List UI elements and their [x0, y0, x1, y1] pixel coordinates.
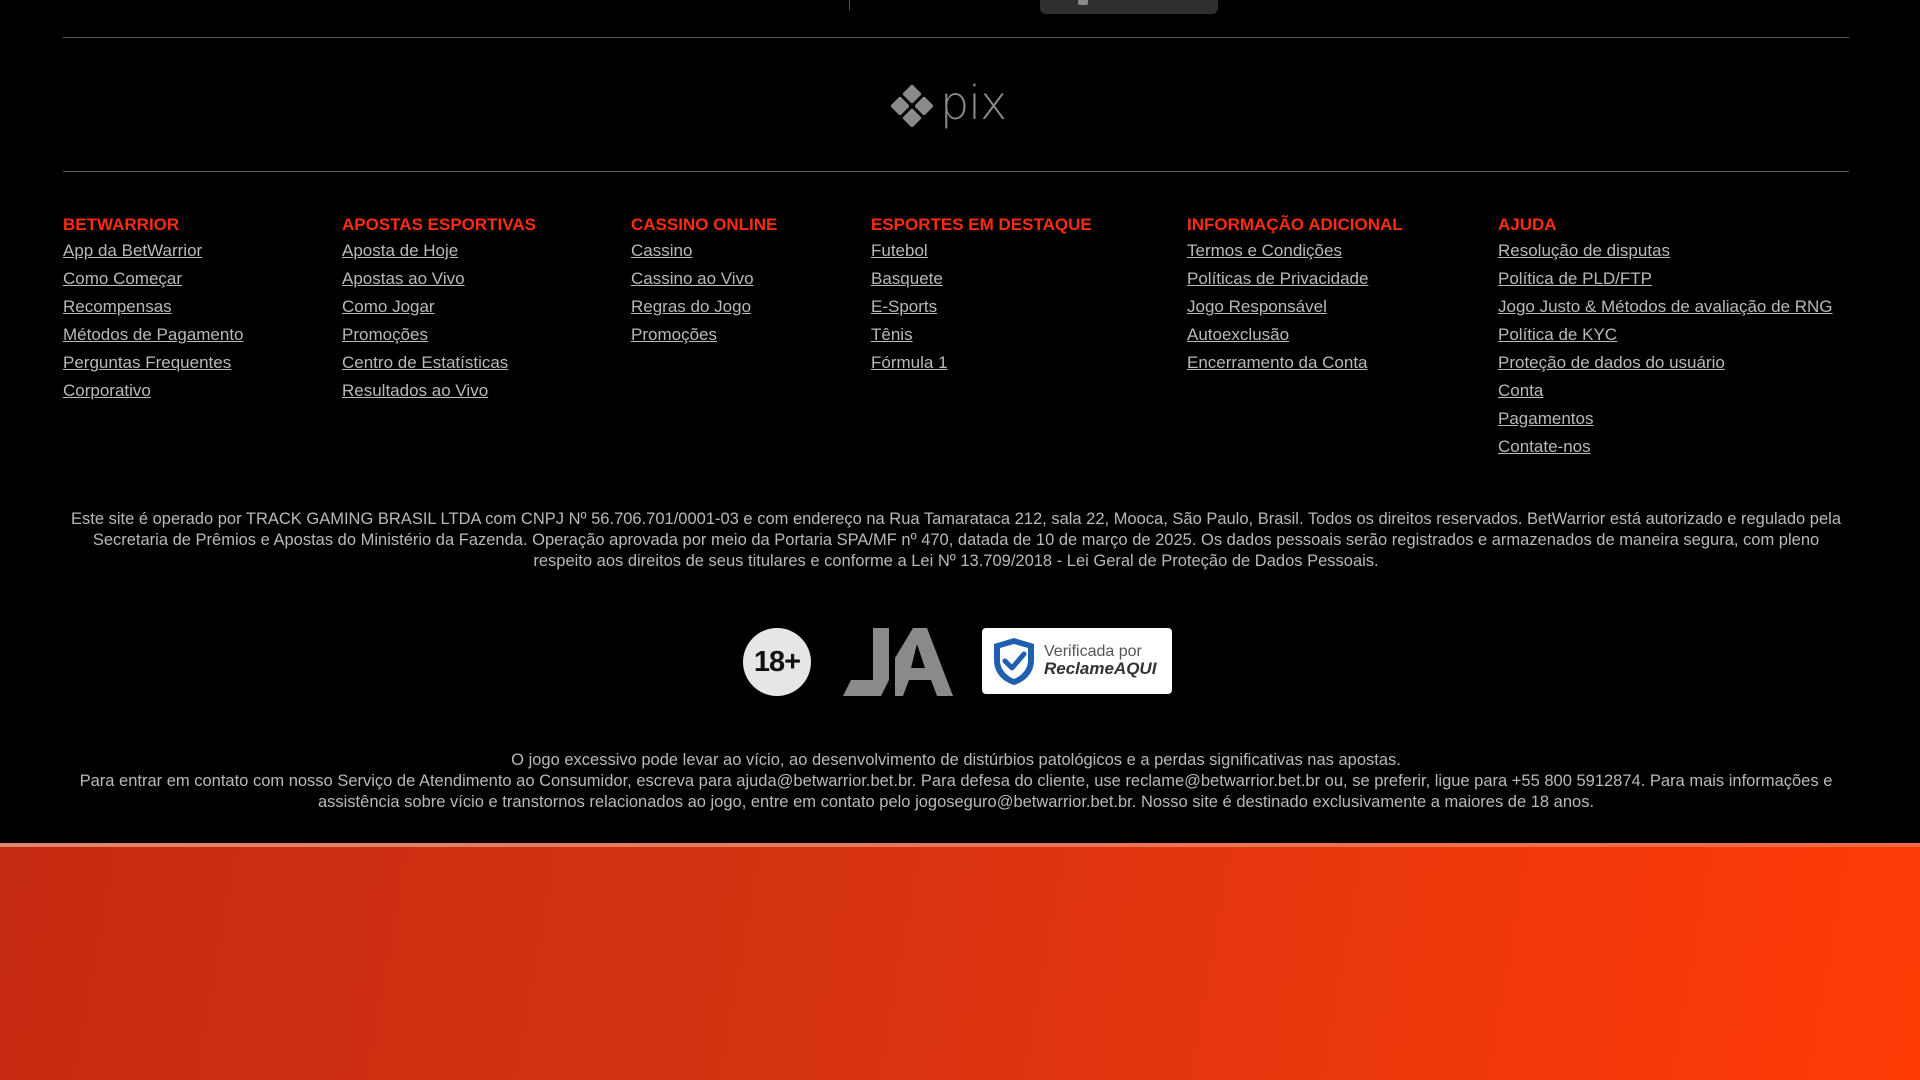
- footer-link[interactable]: Pagamentos: [1498, 409, 1593, 428]
- footer-link[interactable]: Jogo Responsável: [1187, 297, 1327, 316]
- footer-page: pix BETWARRIOR App da BetWarrior Como Co…: [0, 0, 1920, 1080]
- bottom-banner: [0, 843, 1920, 1080]
- ja-logo-icon: [843, 628, 953, 696]
- footer-link[interactable]: Corporativo: [63, 381, 151, 400]
- disclaimer-line: O jogo excessivo pode levar ao vício, ao…: [511, 751, 1401, 769]
- footer-link[interactable]: Como Jogar: [342, 297, 435, 316]
- footer-link[interactable]: Tênis: [871, 325, 913, 344]
- responsible-gaming-disclaimer: O jogo excessivo pode levar ao vício, ao…: [63, 750, 1849, 813]
- footer-link[interactable]: Regras do Jogo: [631, 297, 751, 316]
- footer-link[interactable]: App da BetWarrior: [63, 241, 202, 260]
- footer-link[interactable]: Termos e Condições: [1187, 241, 1342, 260]
- footer-link[interactable]: Perguntas Frequentes: [63, 353, 231, 372]
- footer-column-betwarrior: BETWARRIOR App da BetWarrior Como Começa…: [63, 215, 244, 409]
- footer-link[interactable]: Como Começar: [63, 269, 182, 288]
- age-badge-label: 18+: [753, 645, 801, 678]
- footer-column-informacao-adicional: INFORMAÇÃO ADICIONAL Termos e Condições …: [1187, 215, 1403, 381]
- footer-link[interactable]: Autoexclusão: [1187, 325, 1289, 344]
- divider-top: [63, 37, 1849, 38]
- footer-link[interactable]: Métodos de Pagamento: [63, 325, 244, 344]
- legal-text: Este site é operado por TRACK GAMING BRA…: [70, 510, 1841, 570]
- footer-link[interactable]: Conta: [1498, 381, 1543, 400]
- footer-link[interactable]: Recompensas: [63, 297, 172, 316]
- reclame-aqui-badge[interactable]: Verificada por ReclameAQUI: [982, 628, 1172, 694]
- pix-wordmark: pix: [940, 76, 1007, 130]
- footer-link[interactable]: Cassino: [631, 241, 692, 260]
- footer-link[interactable]: Apostas ao Vivo: [342, 269, 465, 288]
- pix-diamond-icon: [890, 84, 934, 128]
- footer-link[interactable]: Política de KYC: [1498, 325, 1617, 344]
- footer-link[interactable]: Fórmula 1: [871, 353, 948, 372]
- age-18-badge: 18+: [743, 628, 811, 696]
- footer-link[interactable]: Centro de Estatísticas: [342, 353, 508, 372]
- footer-link[interactable]: Jogo Justo & Métodos de avaliação de RNG: [1498, 297, 1833, 316]
- column-title: BETWARRIOR: [63, 215, 180, 234]
- footer-link[interactable]: Futebol: [871, 241, 928, 260]
- column-title: CASSINO ONLINE: [631, 215, 778, 234]
- column-title: APOSTAS ESPORTIVAS: [342, 215, 536, 234]
- pix-logo: pix: [890, 78, 1020, 134]
- banner-edge: [0, 843, 1920, 847]
- shield-check-icon: [994, 638, 1034, 685]
- top-button-stub[interactable]: [1040, 0, 1218, 14]
- footer-column-esportes-em-destaque: ESPORTES EM DESTAQUE Futebol Basquete E-…: [871, 215, 1092, 381]
- footer-link[interactable]: Proteção de dados do usuário: [1498, 353, 1725, 372]
- footer-link[interactable]: Políticas de Privacidade: [1187, 269, 1368, 288]
- footer-link[interactable]: Resolução de disputas: [1498, 241, 1670, 260]
- button-icon: [1078, 0, 1088, 5]
- divider-bottom: [63, 171, 1849, 172]
- footer-link[interactable]: Promoções: [342, 325, 428, 344]
- footer-link[interactable]: Aposta de Hoje: [342, 241, 458, 260]
- footer-link[interactable]: Contate-nos: [1498, 437, 1591, 456]
- disclaimer-contact: Para entrar em contato com nosso Serviço…: [79, 772, 1833, 811]
- reclame-brand-label: ReclameAQUI: [1044, 659, 1157, 679]
- footer-link[interactable]: Promoções: [631, 325, 717, 344]
- footer-link[interactable]: Resultados ao Vivo: [342, 381, 488, 400]
- footer-link[interactable]: Encerramento da Conta: [1187, 353, 1368, 372]
- certification-badges: 18+ Verificada por ReclameAQUI: [0, 628, 1920, 696]
- footer-link[interactable]: Política de PLD/FTP: [1498, 269, 1652, 288]
- footer-columns: BETWARRIOR App da BetWarrior Como Começa…: [63, 215, 1853, 465]
- footer-link[interactable]: E-Sports: [871, 297, 937, 316]
- footer-column-apostas-esportivas: APOSTAS ESPORTIVAS Aposta de Hoje Aposta…: [342, 215, 536, 409]
- footer-column-cassino-online: CASSINO ONLINE Cassino Cassino ao Vivo R…: [631, 215, 777, 353]
- footer-column-ajuda: AJUDA Resolução de disputas Política de …: [1498, 215, 1833, 465]
- top-divider: [849, 0, 850, 10]
- column-title: ESPORTES EM DESTAQUE: [871, 215, 1092, 234]
- reclame-verified-label: Verificada por: [1044, 642, 1142, 660]
- column-title: AJUDA: [1498, 215, 1557, 234]
- footer-link[interactable]: Basquete: [871, 269, 943, 288]
- column-title: INFORMAÇÃO ADICIONAL: [1187, 215, 1403, 234]
- footer-link[interactable]: Cassino ao Vivo: [631, 269, 754, 288]
